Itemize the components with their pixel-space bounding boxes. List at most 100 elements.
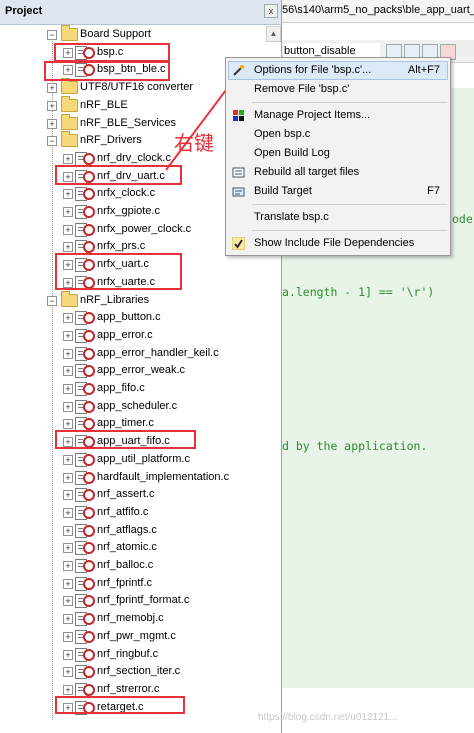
code-line-2: a.length - 1] == '\r') xyxy=(282,285,435,299)
menu-item-label: Remove File 'bsp.c' xyxy=(254,83,350,95)
tree-file-label: nrfx_gpiote.c xyxy=(97,205,160,217)
highlight-box-nrfx-uart xyxy=(55,253,182,290)
menu-item-show-include-deps[interactable]: Show Include File Dependencies xyxy=(226,234,450,253)
tree-group-label: UTF8/UTF16 converter xyxy=(80,81,194,94)
tree-file-label: app_util_platform.c xyxy=(97,452,190,465)
collapse-icon[interactable]: − xyxy=(47,136,57,147)
tree-file-item[interactable]: + hardfault_implementation.c xyxy=(0,469,265,486)
expand-icon[interactable]: + xyxy=(63,224,73,235)
file-options-icon xyxy=(83,683,95,696)
expand-icon[interactable]: + xyxy=(63,507,73,518)
tree-file-item[interactable]: + nrf_atfifo.c xyxy=(0,504,265,521)
file-options-icon xyxy=(83,383,95,395)
file-options-icon xyxy=(83,365,95,378)
tree-file-label: app_error.c xyxy=(97,328,153,341)
rebuild-icon xyxy=(232,167,245,178)
collapse-icon[interactable]: − xyxy=(47,30,57,40)
expand-icon[interactable]: + xyxy=(63,348,73,359)
tree-file-item[interactable]: + app_button.c xyxy=(0,309,265,326)
tree-file-item[interactable]: + app_fifo.c xyxy=(0,380,265,397)
expand-icon[interactable]: + xyxy=(63,454,73,465)
menu-item-build-target[interactable]: Build Target F7 xyxy=(226,182,450,201)
tree-file-item[interactable]: + app_scheduler.c xyxy=(0,398,265,415)
expand-icon[interactable]: + xyxy=(63,684,73,695)
tree-group-label: Board Support xyxy=(80,28,151,40)
expand-icon[interactable]: + xyxy=(63,384,73,394)
scroll-up-arrow-icon[interactable]: ▲ xyxy=(266,26,281,42)
tree-group-label: nRF_BLE_Services xyxy=(80,116,176,129)
expand-icon[interactable]: + xyxy=(63,543,73,554)
tree-file-item[interactable]: + nrf_pwr_mgmt.c xyxy=(0,628,265,645)
folder-icon xyxy=(61,131,78,148)
expand-icon[interactable]: + xyxy=(63,472,73,483)
tree-file-label: app_error_handler_keil.c xyxy=(97,346,219,359)
expand-icon[interactable]: + xyxy=(63,366,73,377)
expand-icon[interactable]: + xyxy=(63,578,73,589)
expand-icon[interactable]: + xyxy=(47,100,57,111)
expand-icon[interactable]: + xyxy=(63,561,73,571)
tree-group-0[interactable]: − Board Support xyxy=(0,25,265,43)
tree-file-item[interactable]: + nrf_memobj.c xyxy=(0,610,265,627)
file-options-icon xyxy=(83,542,95,555)
tree-file-item[interactable]: + nrf_atflags.c xyxy=(0,522,265,539)
expand-icon[interactable]: + xyxy=(63,419,73,430)
file-options-icon xyxy=(83,418,95,431)
expand-icon[interactable]: + xyxy=(63,596,73,607)
menu-item-open-file[interactable]: Open bsp.c xyxy=(226,125,450,144)
menu-item-manage-project-items[interactable]: Manage Project Items... xyxy=(226,106,450,125)
collapse-icon[interactable]: − xyxy=(47,295,57,306)
file-options-icon xyxy=(83,630,95,643)
expand-icon[interactable]: + xyxy=(63,313,73,324)
tree-file-item[interactable]: + app_error_handler_keil.c xyxy=(0,345,265,362)
tree-file-item[interactable]: + app_error_weak.c xyxy=(0,362,265,379)
expand-icon[interactable]: + xyxy=(63,631,73,642)
file-options-icon xyxy=(83,524,95,537)
folder-icon xyxy=(61,25,78,41)
tree-file-item[interactable]: + nrf_fprintf.c xyxy=(0,575,265,592)
expand-icon[interactable]: + xyxy=(63,649,73,660)
tree-group-label: nRF_BLE xyxy=(80,98,128,111)
menu-item-options-for-file[interactable]: Options for File 'bsp.c'... Alt+F7 xyxy=(226,61,450,80)
right-click-annotation: 右键 xyxy=(174,131,214,155)
tree-file-item[interactable]: + nrf_assert.c xyxy=(0,486,265,503)
expand-icon[interactable]: + xyxy=(63,401,73,412)
menu-item-shortcut: F7 xyxy=(427,185,440,197)
expand-icon[interactable]: + xyxy=(63,667,73,678)
expand-icon[interactable]: + xyxy=(63,153,73,164)
expand-icon[interactable]: + xyxy=(63,614,73,625)
menu-item-remove-file[interactable]: Remove File 'bsp.c' xyxy=(226,80,450,99)
expand-icon[interactable]: + xyxy=(63,189,73,200)
tree-file-label: nrfx_power_clock.c xyxy=(97,222,192,235)
expand-icon[interactable]: + xyxy=(63,207,73,217)
tree-file-item[interactable]: + nrf_balloc.c xyxy=(0,557,265,574)
file-options-icon xyxy=(83,152,95,165)
file-options-icon xyxy=(83,347,95,360)
expand-icon[interactable]: + xyxy=(47,83,57,94)
file-options-icon xyxy=(83,595,95,608)
folder-icon xyxy=(61,95,78,112)
expand-icon[interactable]: + xyxy=(63,242,73,253)
tree-file-item[interactable]: + nrf_ringbuf.c xyxy=(0,646,265,663)
tree-file-label: nrf_section_iter.c xyxy=(97,665,181,678)
highlight-box-bsp xyxy=(54,43,170,62)
menu-item-open-build-log[interactable]: Open Build Log xyxy=(226,144,450,163)
tree-file-item[interactable]: + app_util_platform.c xyxy=(0,451,265,468)
tree-file-label: nrf_atomic.c xyxy=(97,541,157,554)
editor-path-bar: 56\s140\arm5_no_packs\ble_app_uart_pc xyxy=(282,0,474,23)
close-icon[interactable]: x xyxy=(264,4,278,18)
tree-file-item[interactable]: + nrf_fprintf_format.c xyxy=(0,592,265,609)
expand-icon[interactable]: + xyxy=(63,525,73,536)
file-options-icon xyxy=(83,241,95,254)
menu-item-translate-file[interactable]: Translate bsp.c xyxy=(226,208,450,227)
file-options-icon xyxy=(83,453,95,466)
tree-group-5[interactable]: − nRF_Libraries xyxy=(0,290,265,309)
tree-file-item[interactable]: + nrf_atomic.c xyxy=(0,539,265,556)
expand-icon[interactable]: + xyxy=(63,330,73,341)
code-line-1: ode xyxy=(452,212,473,226)
tree-file-label: nrf_balloc.c xyxy=(97,559,154,571)
tree-file-item[interactable]: + app_error.c xyxy=(0,327,265,344)
expand-icon[interactable]: + xyxy=(47,118,57,129)
tree-file-item[interactable]: + nrf_section_iter.c xyxy=(0,663,265,680)
menu-item-rebuild-all[interactable]: Rebuild all target files xyxy=(226,163,450,182)
expand-icon[interactable]: + xyxy=(63,490,73,501)
